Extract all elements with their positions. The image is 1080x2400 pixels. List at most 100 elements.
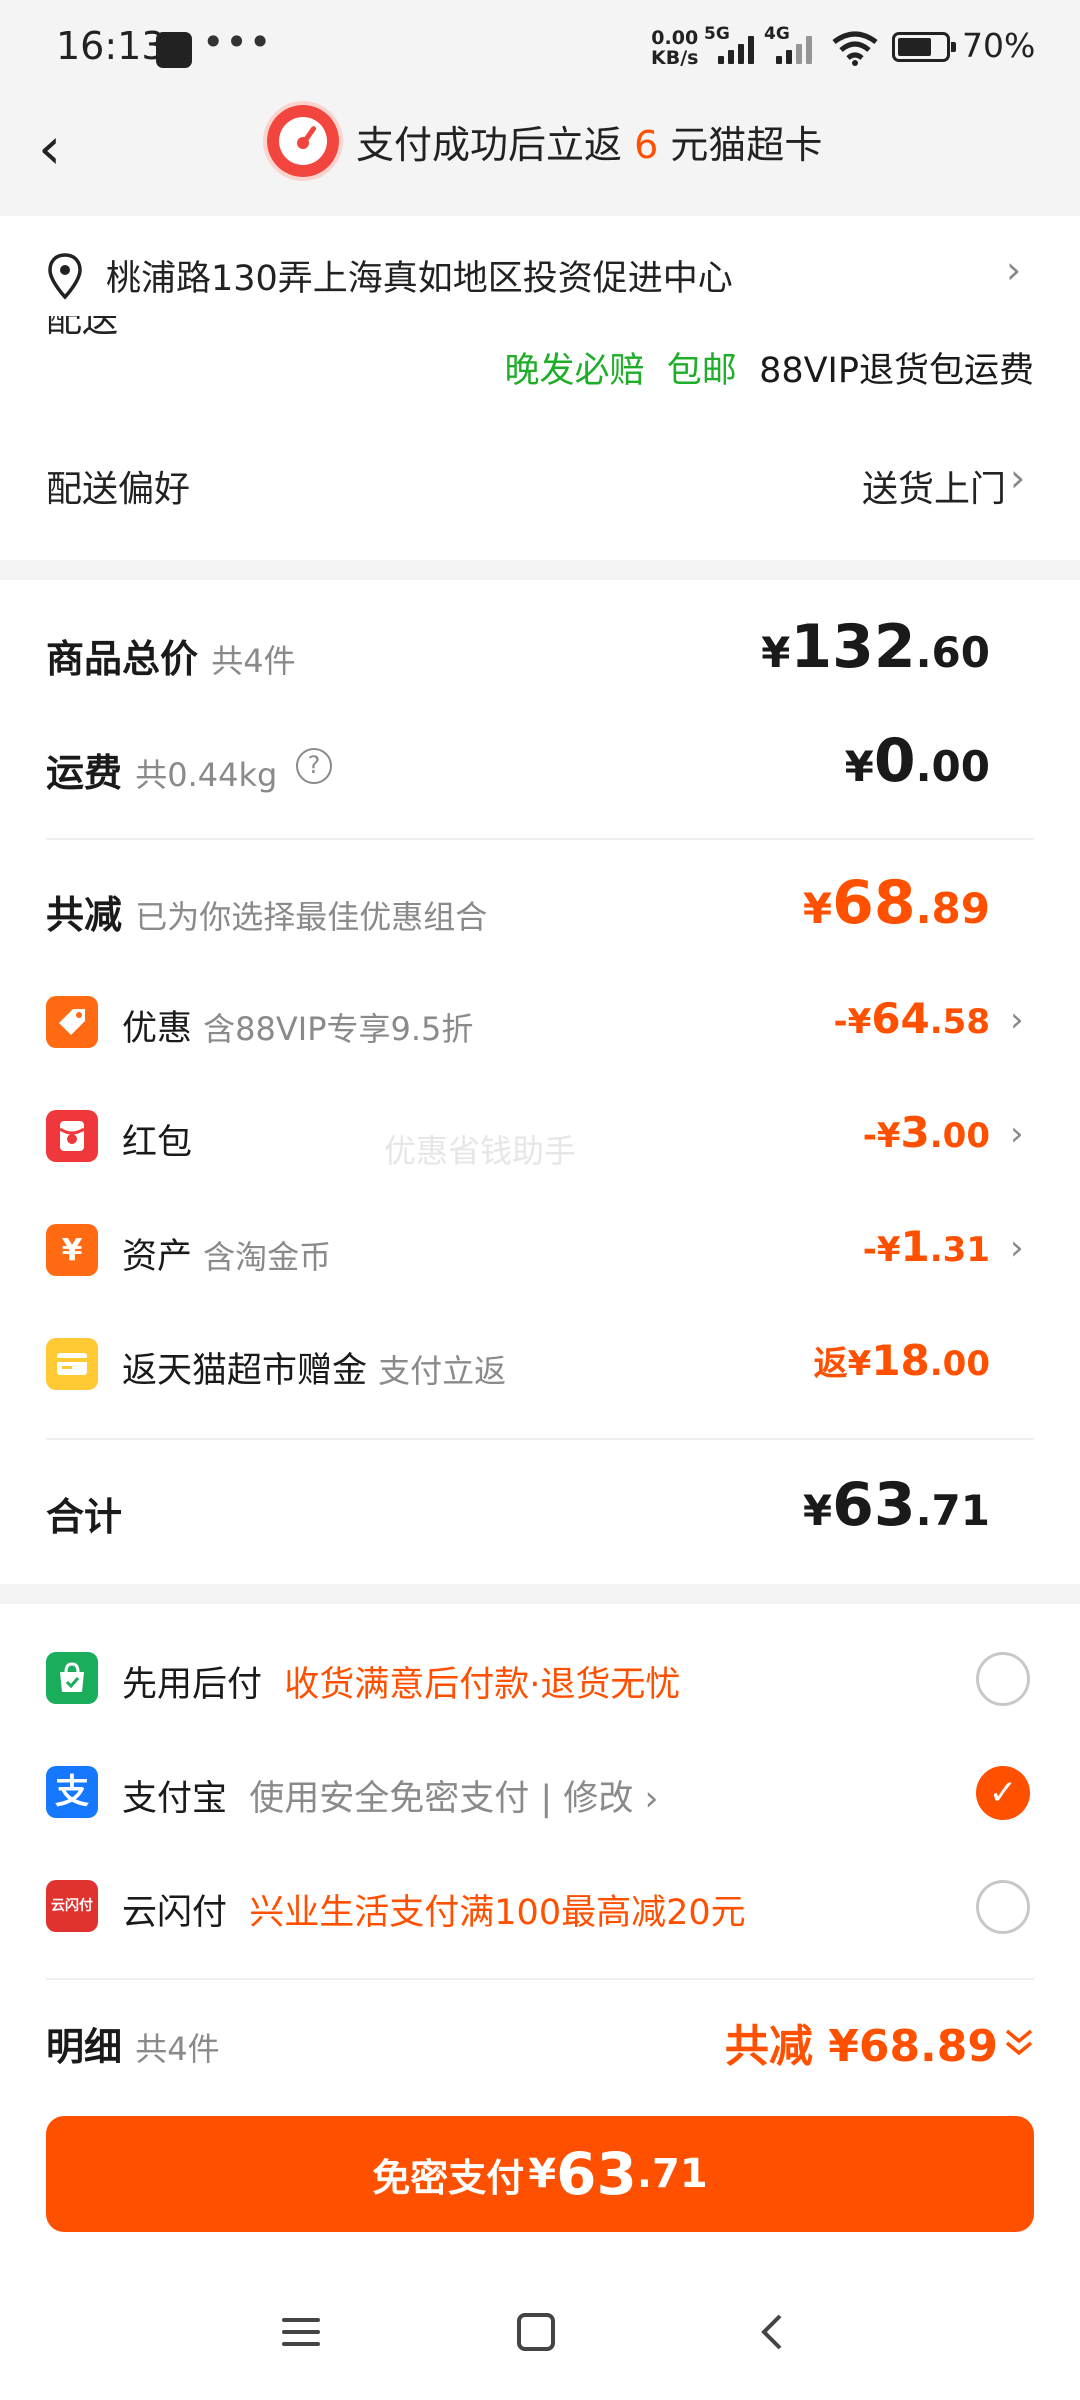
pay-desc[interactable]: 使用安全免密支付 | 修改 <box>249 1779 633 1819</box>
amount-int: 132 <box>790 612 916 682</box>
discount-amount-redpacket: -¥3.00 <box>863 1108 990 1157</box>
discount-amount-assets: -¥1.31 <box>863 1222 990 1271</box>
banner-prefix: 支付成功后立返 <box>356 123 623 167</box>
grand-total-amount: ¥63.71 <box>803 1470 990 1540</box>
back-button[interactable]: ‹ <box>38 118 78 178</box>
discount-row-tmall-gift: 返天猫超市赠金 支付立返 <box>122 1342 506 1393</box>
address-text[interactable]: 桃浦路130弄上海真如地区投资促进中心 <box>106 250 733 301</box>
shipping-label: 配送 <box>46 316 136 346</box>
discount-row-assets[interactable]: 资产 含淘金币 <box>122 1228 331 1279</box>
currency-symbol: ¥ <box>802 884 833 933</box>
more-notifications-icon: ••• <box>202 20 273 64</box>
speed-value: 0.00 <box>651 27 699 49</box>
amount-int: 1 <box>900 1222 930 1271</box>
card-icon <box>46 1338 98 1390</box>
pay-option-alipay[interactable]: 支付宝 使用安全免密支付 | 修改 › <box>122 1770 658 1821</box>
delivery-preference-label: 配送偏好 <box>46 469 191 510</box>
speed-unit: KB/s <box>651 47 699 69</box>
tag-icon <box>46 996 98 1048</box>
radio-unionpay[interactable] <box>976 1880 1030 1934</box>
pay-button-label: 免密支付 <box>372 2155 525 2200</box>
red-envelope-icon <box>46 1110 98 1162</box>
status-time: 16:13 <box>56 24 166 68</box>
freight-amount: ¥0.00 <box>845 726 990 796</box>
amount-dec: .58 <box>929 1002 990 1042</box>
home-icon[interactable] <box>516 2312 556 2352</box>
chevron-right-icon[interactable]: › <box>1010 1000 1024 1040</box>
banner-suffix: 元猫超卡 <box>670 123 823 167</box>
location-pin-icon <box>48 253 82 300</box>
goods-total-amount: ¥132.60 <box>761 612 990 682</box>
signal-4g-icon <box>776 32 818 64</box>
preference-chevron-icon[interactable]: › <box>1010 456 1025 500</box>
discount-amount-tmall-gift: 返¥18.00 <box>814 1336 990 1385</box>
pay-option-later[interactable]: 先用后付 收货满意后付款·退货无忧 <box>122 1656 680 1707</box>
discount-amount-promo: -¥64.58 <box>834 994 990 1043</box>
pay-name: 云闪付 <box>122 1893 228 1933</box>
chevron-right-icon: › <box>644 1779 659 1819</box>
double-chevron-down-icon[interactable] <box>1002 2026 1036 2060</box>
yuan-coin-icon: ¥ <box>46 1224 98 1276</box>
discount-label: 红包 <box>122 1123 193 1163</box>
freight-weight: 共0.44kg <box>135 756 278 794</box>
divider <box>46 1438 1034 1440</box>
address-chevron-icon[interactable]: › <box>1006 248 1021 292</box>
discount-sub: 含淘金币 <box>203 1238 332 1276</box>
pay-desc: 收货满意后付款·退货无忧 <box>284 1665 681 1705</box>
goods-count: 共4件 <box>211 642 296 680</box>
currency-symbol: ¥ <box>802 1486 833 1535</box>
chevron-right-icon[interactable]: › <box>1010 1228 1024 1268</box>
pay-button[interactable]: 免密支付 ¥63.71 <box>46 2116 1034 2232</box>
discount-label: 返天猫超市赠金 <box>122 1351 368 1391</box>
divider <box>46 838 1034 840</box>
amount-prefix: -¥ <box>862 1116 901 1156</box>
goods-total-text: 商品总价 <box>46 637 199 681</box>
delivery-preference-value[interactable]: 送货上门 <box>862 460 1006 512</box>
discount-row-promo[interactable]: 优惠 含88VIP专享9.5折 <box>122 1000 473 1051</box>
pay-desc: 兴业生活支付满100最高减20元 <box>249 1893 746 1933</box>
tag-free-shipping: 包邮 <box>666 351 737 391</box>
wifi-icon <box>832 31 878 66</box>
menu-icon[interactable] <box>280 2312 322 2352</box>
alipay-icon: 支 <box>46 1766 98 1818</box>
amount-dec: .89 <box>915 884 990 933</box>
divider <box>46 1978 1034 1980</box>
discount-row-redpacket[interactable]: 红包 <box>122 1114 192 1165</box>
detail-count: 共4件 <box>135 2030 220 2068</box>
freight-label: 运费 共0.44kg <box>46 742 277 797</box>
radio-alipay-selected[interactable]: ✓ <box>976 1766 1030 1820</box>
chevron-right-icon[interactable]: › <box>1010 1114 1024 1154</box>
amount-dec: .71 <box>636 2151 708 2197</box>
amount-dec: .00 <box>929 1116 990 1156</box>
discount-sub: 含88VIP专享9.5折 <box>203 1010 474 1048</box>
detail-reduce-amount[interactable]: 共减 ¥68.89 <box>725 2010 998 2074</box>
tag-vip-return: 88VIP退货包运费 <box>759 351 1034 391</box>
amount-int: 0 <box>873 726 916 796</box>
discount-label: 优惠 <box>122 1009 193 1049</box>
radio-pay-later[interactable] <box>976 1652 1030 1706</box>
cashback-banner-title: 支付成功后立返 6 元猫超卡 <box>356 114 822 169</box>
freight-text: 运费 <box>46 751 123 795</box>
discount-label: 资产 <box>122 1237 193 1277</box>
help-icon[interactable]: ? <box>296 748 332 784</box>
total-reduce-label: 共减 已为你选择最佳优惠组合 <box>46 884 487 939</box>
chevron-left-icon: ‹ <box>38 114 62 182</box>
amount-dec: .00 <box>915 742 990 791</box>
amount-dec: .71 <box>915 1486 990 1535</box>
amount-prefix: 返¥ <box>813 1344 872 1384</box>
timer-badge-icon <box>267 105 339 177</box>
amount-int: 18 <box>871 1336 930 1385</box>
signal-5g-icon <box>718 32 760 64</box>
nav-back-icon[interactable] <box>756 2312 786 2352</box>
network-speed: 0.00 KB/s <box>651 28 698 68</box>
amount-dec: .60 <box>915 628 990 677</box>
pay-option-unionpay[interactable]: 云闪付 兴业生活支付满100最高减20元 <box>122 1884 746 1935</box>
battery-icon <box>892 32 956 62</box>
currency-symbol: ¥ <box>844 742 874 791</box>
amount-prefix: -¥ <box>833 1002 872 1042</box>
currency-symbol: ¥ <box>528 2151 557 2197</box>
shipping-label-text: 配送 <box>46 316 119 340</box>
currency-symbol: ¥ <box>761 628 791 677</box>
detail-label[interactable]: 明细 共4件 <box>46 2016 220 2071</box>
battery-percent: 70% <box>962 26 1036 65</box>
